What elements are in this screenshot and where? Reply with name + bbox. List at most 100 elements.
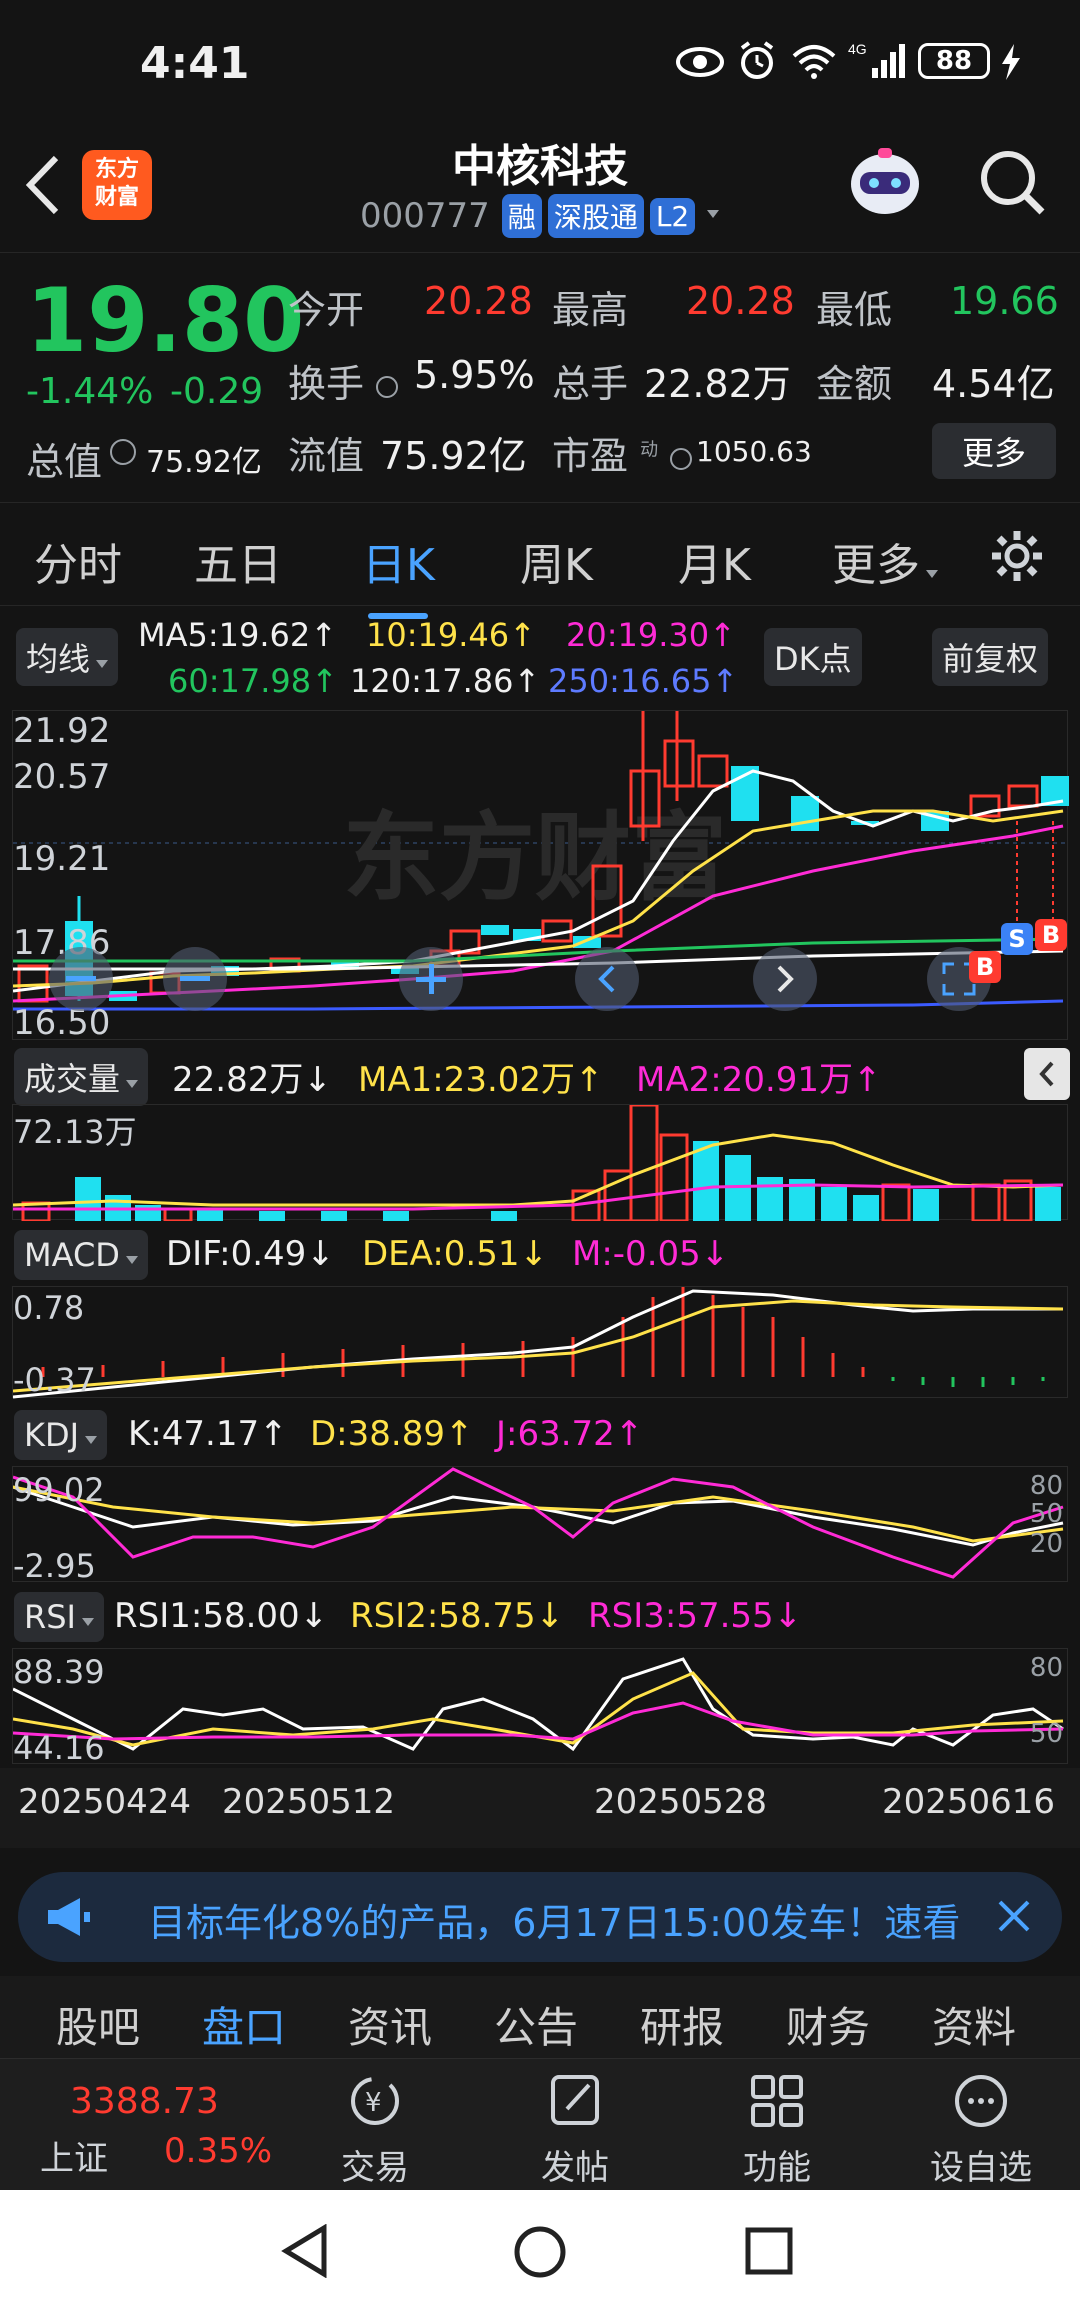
tab-monthly-k[interactable]: 月K [678,529,751,593]
section-tab-news[interactable]: 资讯 [348,1994,432,2055]
chevron-down-icon [81,1618,94,1626]
rsi-right-50: 50 [1029,1719,1063,1749]
kdj-chart[interactable]: 99.02 -2.95 80 50 20 [12,1466,1068,1585]
info-icon [376,375,399,398]
rsi-chart[interactable]: 88.39 44.16 80 50 [12,1648,1068,1767]
stock-code: 000777 [360,196,490,236]
add-button[interactable] [399,947,463,1011]
add-watchlist-label: 设自选 [930,2148,1032,2188]
stat-label: 换手 [288,362,365,406]
section-tab-announcements[interactable]: 公告 [494,1994,578,2055]
kdj-panel: KDJ K:47.17↑ D:38.89↑ J:63.72↑ 99.02 -2.… [0,1404,1080,1585]
dk-point-button[interactable]: DK点 [764,628,862,686]
buy-marker[interactable]: B [1035,919,1067,951]
index-value: 3388.73 [70,2081,219,2122]
rsi3-value: RSI3:57.55↓ [588,1596,803,1636]
trade-button[interactable]: ¥ 交易 [320,2071,430,2189]
stat-value: 19.66 [950,279,1059,323]
kdj-k: K:47.17↑ [128,1414,288,1454]
forward-adjust-button[interactable]: 前复权 [932,628,1049,686]
stat-label: 市盈 [552,434,629,478]
section-tab-research[interactable]: 研报 [640,1994,724,2055]
tab-intraday[interactable]: 分时 [34,529,122,593]
macd-dea: DEA:0.51↓ [362,1234,548,1274]
eye-icon [675,45,725,83]
post-label: 发帖 [541,2148,609,2188]
chevron-left-icon[interactable] [575,947,639,1011]
volume-chart[interactable]: 72.13万 [12,1104,1068,1221]
stat-value: 75.92亿 [380,434,527,478]
chevron-right-icon[interactable] [753,947,817,1011]
chevron-down-icon [85,1436,98,1444]
chevron-down-icon [707,210,720,218]
charging-icon [998,42,1024,86]
stock-subtitle[interactable]: 000777 融 深股通 L2 [360,194,720,238]
rsi-panel: RSI RSI1:58.00↓ RSI2:58.75↓ RSI3:57.55↓ … [0,1586,1080,1767]
section-tab-forum[interactable]: 股吧 [56,1994,140,2055]
post-button[interactable]: 发帖 [520,2071,630,2189]
zoom-out-button[interactable] [49,947,113,1011]
tab-five-day[interactable]: 五日 [194,529,282,593]
volume-ma2-line [13,1183,1064,1211]
section-tab-orderbook[interactable]: 盘口 [202,1994,286,2055]
stat-label: 最低 [816,288,893,332]
search-icon[interactable] [978,148,1048,222]
stat-value: 22.82万 [644,362,791,406]
nav-home-icon[interactable] [512,2224,568,2284]
index-name: 上证 [40,2139,108,2179]
wifi-icon [790,42,838,84]
more-button[interactable]: 更多 [932,423,1056,479]
index-widget[interactable]: 3388.73 上证 0.35% [30,2081,280,2181]
kdj-selector[interactable]: KDJ [14,1410,108,1460]
svg-text:¥: ¥ [365,2088,382,2118]
stat-label: 今开 [288,288,365,332]
settings-icon[interactable] [990,529,1044,587]
functions-button[interactable]: 功能 [722,2071,832,2189]
rsi-selector[interactable]: RSI [14,1592,104,1642]
chevron-down-icon [126,1080,139,1088]
more-dots-icon [955,2075,1007,2127]
svg-text:4G: 4G [848,41,867,57]
axis-label-2: 20.57 [13,757,111,797]
close-icon[interactable] [992,1894,1036,1942]
status-time: 4:41 [140,38,250,89]
kdj-bottom-label: -2.95 [13,1547,96,1585]
volume-selector[interactable]: 成交量 [14,1048,149,1106]
buy-marker[interactable]: B [969,951,1001,983]
sell-marker[interactable]: S [1001,923,1033,955]
collapse-panel-button[interactable] [1024,1048,1070,1100]
stat-value: 20.28 [686,279,795,323]
ma10-label: 10:19.46↑ [366,616,536,654]
nav-recents-icon[interactable] [744,2226,794,2280]
section-tab-finance[interactable]: 财务 [786,1994,870,2055]
tag-connect: 深股通 [547,194,644,238]
ma250-line [13,999,1064,1011]
section-tab-profile[interactable]: 资料 [932,1994,1016,2055]
kline-chart[interactable]: 东方财富 21.92 20.57 19.21 17.86 16.50 S B B [12,710,1069,1043]
nav-back-icon[interactable] [280,2223,330,2282]
chevron-down-icon [96,660,109,668]
pe-sup: 动 [640,439,659,461]
add-watchlist-button[interactable]: 设自选 [916,2071,1046,2189]
macd-bottom-label: -0.37 [13,1361,96,1399]
functions-label: 功能 [743,2148,811,2188]
robot-avatar[interactable] [842,144,928,228]
stat-label: 流值 [288,434,365,478]
zoom-in-button[interactable] [163,947,227,1011]
stat-open: 今开 20.28 [288,279,538,334]
promo-banner[interactable]: 目标年化8%的产品，6月17日15:00发车！速看 [18,1872,1062,1962]
tab-daily-k[interactable]: 日K [362,529,435,593]
tab-more[interactable]: 更多 [832,529,938,593]
volume-value: 22.82万↓ [172,1060,332,1100]
ma60-label: 60:17.98↑ [168,662,338,700]
stat-value: 4.54亿 [932,362,1055,406]
tab-weekly-k[interactable]: 周K [520,529,593,593]
date-label: 20250512 [222,1782,396,1822]
stat-turnover: 换手 5.95% [288,353,538,408]
macd-selector[interactable]: MACD [14,1230,148,1280]
total-value-label: 总值 [26,440,103,484]
macd-dea-line [13,1299,1064,1393]
ma-selector[interactable]: 均线 [16,628,119,686]
stat-high: 最高 20.28 [552,279,802,334]
macd-chart[interactable]: 0.78 -0.37 [12,1286,1068,1399]
